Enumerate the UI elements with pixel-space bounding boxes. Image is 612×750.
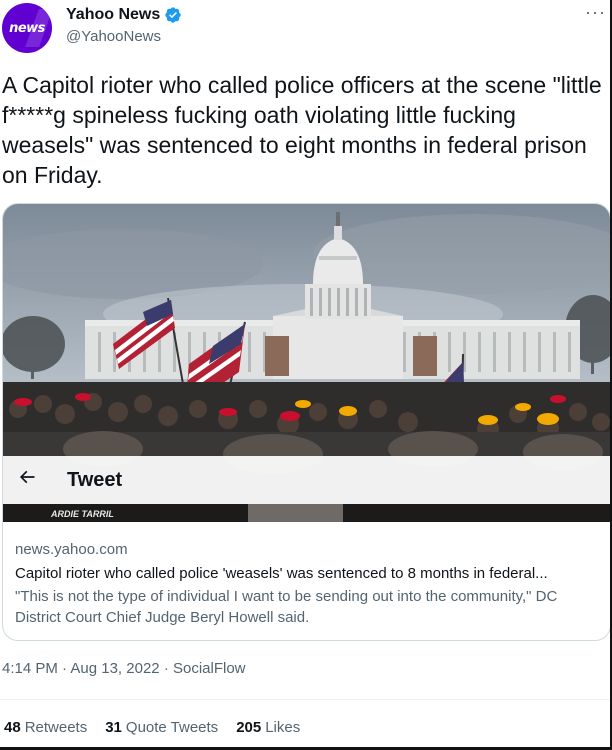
tweet-time[interactable]: 4:14 PM [2, 660, 58, 677]
tweet-header-overlay: Tweet [3, 456, 610, 504]
separator-dot: · [163, 660, 169, 677]
verified-badge-icon [165, 7, 181, 23]
card-description: "This is not the type of individual I wa… [15, 588, 558, 626]
quote-tweets-label: Quote Tweets [125, 719, 219, 736]
author-name-row[interactable]: Yahoo News [66, 6, 182, 24]
likes-label: Likes [265, 719, 301, 736]
overlay-title: Tweet [67, 468, 123, 491]
arrow-left-icon[interactable] [13, 467, 41, 493]
quote-tweets-stat[interactable]: 31 Quote Tweets [105, 719, 218, 736]
divider [0, 699, 612, 700]
tweet-timestamp: 4:14 PM · Aug 13, 2022 · SocialFlow [2, 660, 246, 677]
link-card[interactable]: ARDIE TARRIL Tweet news.yahoo.com Capito… [2, 203, 611, 641]
author-handle[interactable]: @YahooNews [66, 28, 161, 45]
retweets-stat[interactable]: 48 Retweets [4, 719, 87, 736]
separator-dot: · [62, 660, 68, 677]
photo-banner-text: ARDIE TARRIL [50, 509, 114, 519]
engagement-stats: 48 Retweets 31 Quote Tweets 205 Likes [4, 719, 300, 736]
likes-count: 205 [236, 719, 262, 736]
tweet-source[interactable]: SocialFlow [173, 660, 246, 677]
author-display-name[interactable]: Yahoo News [66, 6, 160, 24]
tweet-date[interactable]: Aug 13, 2022 [70, 660, 159, 677]
retweets-count: 48 [4, 719, 21, 736]
card-domain: news.yahoo.com [15, 541, 128, 558]
retweets-label: Retweets [24, 719, 88, 736]
likes-stat[interactable]: 205 Likes [236, 719, 300, 736]
tweet-text: A Capitol rioter who called police offic… [2, 72, 602, 188]
quote-tweets-count: 31 [105, 719, 122, 736]
more-horizontal-icon[interactable]: ··· [585, 2, 606, 23]
card-title[interactable]: Capitol rioter who called police 'weasel… [15, 564, 600, 584]
card-meta[interactable]: news.yahoo.com Capitol rioter who called… [15, 540, 600, 628]
avatar[interactable]: news [2, 3, 52, 53]
